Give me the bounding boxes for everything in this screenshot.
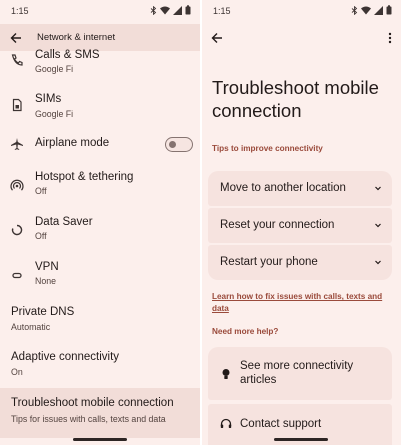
item-subtitle: Off bbox=[35, 186, 47, 196]
back-arrow-icon[interactable] bbox=[210, 31, 224, 45]
chevron-down-icon bbox=[375, 260, 381, 265]
settings-item-airplane-mode[interactable]: Airplane mode bbox=[0, 130, 200, 160]
settings-item-data-saver[interactable]: Data Saver Off bbox=[0, 211, 200, 251]
chevron-down-icon bbox=[375, 186, 381, 191]
help-connectivity-articles[interactable]: See more connectivity articles bbox=[208, 347, 392, 400]
airplane-icon bbox=[11, 138, 23, 150]
signal-icon bbox=[374, 5, 383, 15]
item-subtitle: Google Fi bbox=[35, 64, 74, 74]
item-subtitle: Google Fi bbox=[35, 109, 74, 119]
sim-card-icon bbox=[12, 98, 22, 112]
app-bar: Network & internet bbox=[0, 24, 200, 51]
airplane-mode-toggle[interactable] bbox=[165, 137, 193, 152]
tip-label: Reset your connection bbox=[220, 219, 335, 231]
item-subtitle: Tips for issues with calls, texts and da… bbox=[11, 414, 166, 424]
tip-label: Move to another location bbox=[220, 182, 346, 194]
toggle-knob bbox=[169, 140, 176, 148]
settings-item-adaptive-connectivity[interactable]: Adaptive connectivity On bbox=[0, 347, 200, 385]
item-subtitle: On bbox=[11, 367, 23, 377]
status-icons bbox=[351, 5, 392, 15]
battery-icon bbox=[185, 5, 191, 15]
status-icons bbox=[150, 5, 191, 15]
phone-sms-icon bbox=[11, 54, 23, 66]
bluetooth-icon bbox=[150, 5, 157, 15]
tip-label: Restart your phone bbox=[220, 256, 318, 268]
settings-item-sims[interactable]: SIMs Google Fi bbox=[0, 87, 200, 125]
item-title: Private DNS bbox=[11, 306, 75, 318]
help-label: See more connectivity articles bbox=[240, 360, 354, 386]
headset-icon bbox=[220, 418, 232, 428]
more-options-icon[interactable] bbox=[388, 31, 392, 45]
status-bar: 1:15 bbox=[202, 0, 401, 24]
settings-item-hotspot-tethering[interactable]: Hotspot & tethering Off bbox=[0, 166, 200, 206]
item-subtitle: None bbox=[35, 276, 57, 286]
status-time: 1:15 bbox=[11, 6, 29, 16]
tip-reset-connection[interactable]: Reset your connection bbox=[208, 208, 392, 243]
signal-icon bbox=[173, 5, 182, 15]
item-subtitle: Off bbox=[35, 231, 47, 241]
back-arrow-icon[interactable] bbox=[9, 31, 23, 45]
settings-item-vpn[interactable]: VPN None bbox=[0, 256, 200, 296]
item-title: Adaptive connectivity bbox=[11, 351, 120, 363]
wifi-icon bbox=[160, 6, 170, 14]
item-title: Airplane mode bbox=[35, 137, 110, 149]
vpn-key-icon bbox=[12, 272, 22, 279]
item-title: Calls & SMS bbox=[35, 49, 100, 61]
tip-restart-phone[interactable]: Restart your phone bbox=[208, 245, 392, 280]
network-internet-screen: 1:15 Network & internet Calls & SMS Goog… bbox=[0, 0, 200, 445]
item-title: Troubleshoot mobile connection bbox=[11, 397, 174, 409]
settings-item-troubleshoot[interactable]: Troubleshoot mobile connection Tips for … bbox=[0, 388, 200, 438]
battery-icon bbox=[386, 5, 392, 15]
status-time: 1:15 bbox=[213, 6, 231, 16]
tips-heading: Tips to improve connectivity bbox=[212, 144, 323, 153]
data-saver-icon bbox=[11, 224, 23, 236]
item-title: Data Saver bbox=[35, 216, 93, 228]
help-heading: Need more help? bbox=[212, 327, 279, 336]
troubleshoot-screen: 1:15 Troubleshoot mobile connection Tips… bbox=[202, 0, 401, 445]
lightbulb-icon bbox=[222, 369, 230, 379]
learn-more-link[interactable]: Learn how to fix issues with calls, text… bbox=[212, 291, 398, 314]
page-title: Troubleshoot mobile connection bbox=[212, 77, 379, 121]
item-subtitle: Automatic bbox=[11, 322, 51, 332]
item-title: SIMs bbox=[35, 93, 62, 105]
item-title: VPN bbox=[35, 261, 59, 273]
wifi-icon bbox=[361, 6, 371, 14]
settings-item-private-dns[interactable]: Private DNS Automatic bbox=[0, 302, 200, 340]
gesture-nav-bar[interactable] bbox=[274, 438, 328, 441]
status-bar: 1:15 bbox=[0, 0, 200, 24]
bluetooth-icon bbox=[351, 5, 358, 15]
tip-move-location[interactable]: Move to another location bbox=[208, 171, 392, 206]
item-title: Hotspot & tethering bbox=[35, 171, 134, 183]
page-title: Network & internet bbox=[37, 32, 116, 43]
hotspot-icon bbox=[10, 179, 24, 191]
settings-item-calls-sms[interactable]: Calls & SMS Google Fi bbox=[0, 49, 200, 85]
help-label: Contact support bbox=[240, 418, 322, 430]
chevron-down-icon bbox=[375, 223, 381, 228]
gesture-nav-bar[interactable] bbox=[73, 438, 127, 441]
